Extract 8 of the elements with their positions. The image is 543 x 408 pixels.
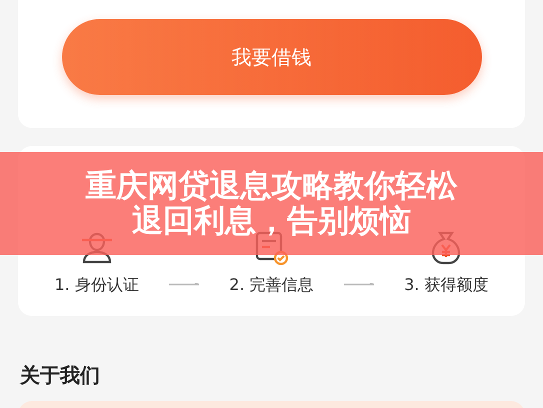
arrow-icon (344, 283, 374, 286)
borrow-button[interactable]: 我要借钱 (62, 19, 482, 95)
arrow-icon (169, 283, 200, 286)
section-title: 关于我们 (20, 362, 101, 389)
step-label: 3. 获得额度 (404, 275, 488, 296)
headline: 重庆网贷退息攻略教你轻松退回利息，告别烦恼 (84, 168, 458, 238)
step-label: 1. 身份认证 (54, 275, 139, 296)
step-label: 2. 完善信息 (229, 275, 314, 296)
